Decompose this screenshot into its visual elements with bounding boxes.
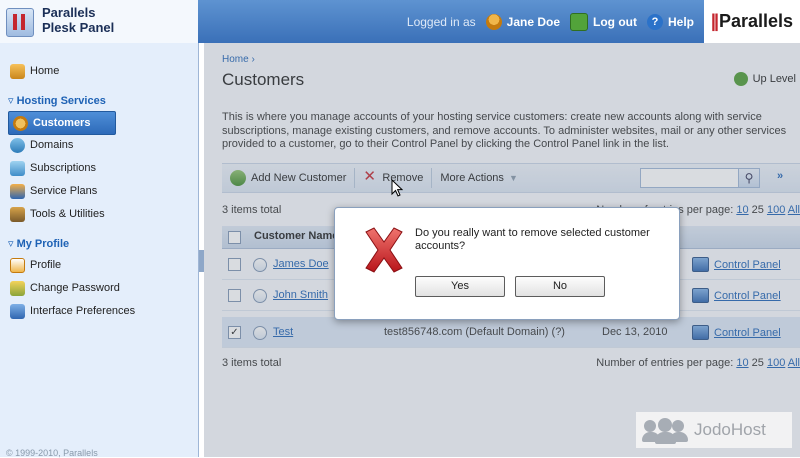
tools-icon [10,206,25,222]
key-icon [10,280,25,296]
parallels-logo-icon [6,8,34,37]
logout-link[interactable]: Log out [570,12,637,31]
mouse-cursor-icon [391,179,403,197]
section-my-profile[interactable]: ▿ My Profile [8,237,69,250]
error-x-icon [365,227,403,273]
confirm-remove-dialog: Do you really want to remove selected cu… [334,207,680,320]
logo-line-1: Parallels [42,5,96,20]
sidebar-item-tools-utilities[interactable]: Tools & Utilities [10,203,105,225]
section-hosting-services[interactable]: ▿ Hosting Services [8,94,106,107]
current-user[interactable]: Jane Doe [485,13,560,30]
logout-icon [570,12,588,31]
parallels-brand-mark-icon: || [710,11,719,31]
logged-in-label: Logged in as [406,14,476,29]
sidebar-item-subscriptions[interactable]: Subscriptions [10,157,96,179]
parallels-brand: || Parallels [704,0,800,43]
subscriptions-icon [10,160,25,176]
sidebar-item-domains[interactable]: Domains [10,134,73,156]
customers-icon [13,115,28,131]
home-icon [10,63,25,79]
watermark-text: JodoHost [694,420,766,439]
interface-icon [10,303,25,319]
service-plans-icon [10,183,25,199]
yes-button[interactable]: Yes [415,276,505,297]
jodohost-watermark: JodoHost [636,412,792,448]
help-icon: ? [646,13,663,30]
domains-icon [10,137,25,153]
user-icon [485,13,502,30]
people-icon [642,416,688,444]
help-link[interactable]: ? Help [646,13,694,30]
sidebar-item-customers[interactable]: Customers [8,111,116,135]
sidebar-item-profile[interactable]: Profile [10,254,61,276]
sidebar-item-change-password[interactable]: Change Password [10,277,120,299]
sidebar-item-service-plans[interactable]: Service Plans [10,180,97,202]
logo-line-2: Plesk Panel [42,20,115,35]
sidebar-item-home[interactable]: Home [10,60,59,82]
sidebar-item-interface-preferences[interactable]: Interface Preferences [10,300,135,322]
logo[interactable]: Parallels Plesk Panel [0,0,198,43]
sidebar: Home ▿ Hosting Services Customers Domain… [0,43,199,458]
dialog-message: Do you really want to remove selected cu… [415,227,650,252]
top-header: Parallels Plesk Panel Logged in as Jane … [0,0,800,43]
no-button[interactable]: No [515,276,605,297]
user-name: Jane Doe [506,14,560,29]
profile-icon [10,257,25,273]
